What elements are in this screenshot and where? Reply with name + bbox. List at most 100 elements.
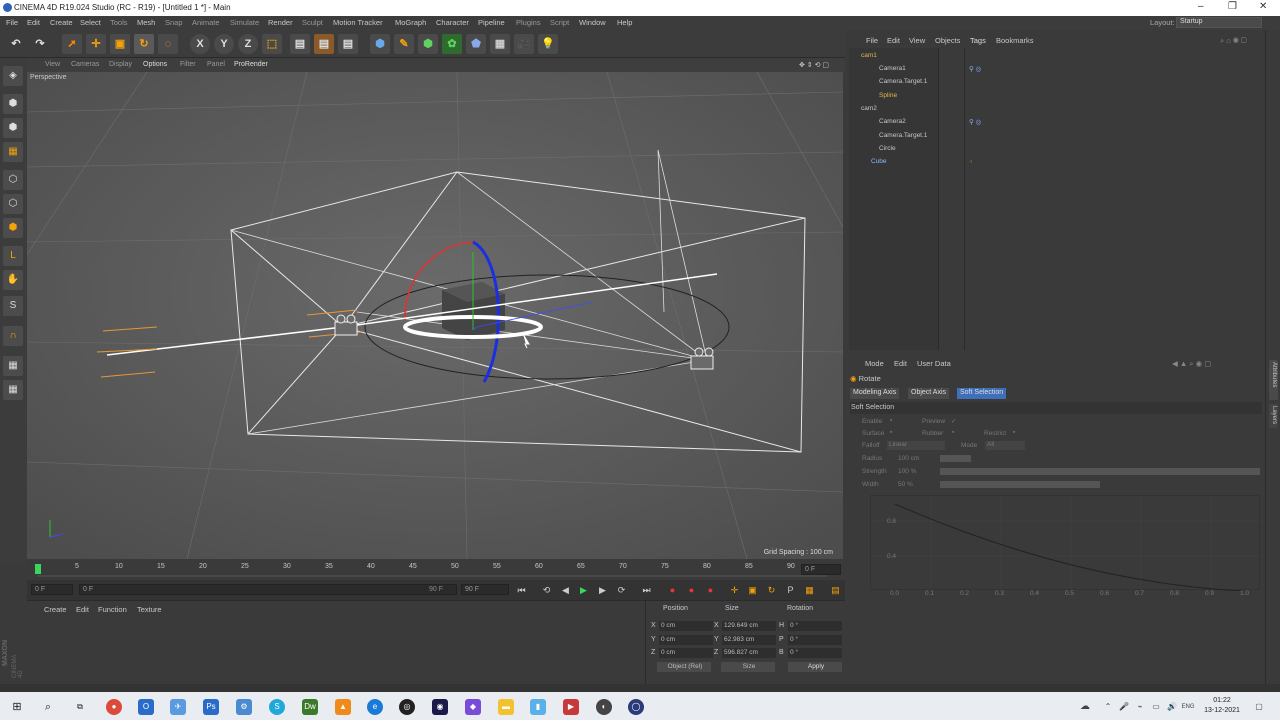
coordinate-system-icon[interactable]: ⬚: [262, 34, 282, 54]
rotation-h-field[interactable]: 0 °: [788, 621, 842, 631]
side-tab-attributes[interactable]: Attributes: [1269, 360, 1278, 400]
objects-menu-bookmarks[interactable]: Bookmarks: [996, 36, 1034, 45]
previous-key-icon[interactable]: ⟲: [540, 584, 553, 597]
maximize-button[interactable]: ❐: [1228, 1, 1237, 12]
system-clock[interactable]: 01:22 13-12-2021: [1202, 696, 1242, 716]
object-row-cam1[interactable]: cam1: [849, 49, 1263, 62]
y-axis-lock[interactable]: Y: [214, 34, 234, 54]
previous-frame-icon[interactable]: ◀: [559, 584, 572, 597]
rotation-b-field[interactable]: 0 °: [788, 648, 842, 658]
object-row-camera1[interactable]: Camera1 ⚲ ◎: [849, 62, 1263, 75]
app-icon[interactable]: ✈: [170, 699, 186, 715]
dreamweaver-icon[interactable]: Dw: [302, 699, 318, 715]
outlook-icon[interactable]: O: [138, 699, 154, 715]
windows-start-icon[interactable]: ⊞: [9, 699, 25, 715]
app-circle-icon[interactable]: ◎: [399, 699, 415, 715]
app-dial-icon[interactable]: ◐: [596, 699, 612, 715]
attr-menu-edit[interactable]: Edit: [894, 359, 907, 368]
search-icon[interactable]: ⌕ ⌂ ◉ ▢: [1220, 36, 1247, 46]
render-settings-icon[interactable]: ▤: [338, 34, 358, 54]
next-frame-icon[interactable]: ▶: [596, 584, 609, 597]
redo-icon[interactable]: ↷: [30, 34, 50, 54]
objects-menu-file[interactable]: File: [866, 36, 878, 45]
tab-soft-selection[interactable]: Soft Selection: [957, 388, 1007, 399]
x-axis-lock[interactable]: X: [190, 34, 210, 54]
tweak-mode-icon[interactable]: ✋: [3, 270, 23, 290]
scale-icon[interactable]: ▣: [110, 34, 130, 54]
viewport-menu-prorender[interactable]: ProRender: [234, 61, 268, 68]
viewport-menu-display[interactable]: Display: [109, 61, 132, 68]
menu-create[interactable]: Create: [50, 18, 73, 27]
radius-field[interactable]: 100 cm: [898, 455, 919, 462]
apply-button[interactable]: Apply: [788, 662, 842, 672]
object-row-camera-target-1[interactable]: Camera.Target.1: [849, 75, 1263, 88]
menu-snap[interactable]: Snap: [165, 18, 183, 27]
width-field[interactable]: 50 %: [898, 481, 913, 488]
attr-menu-mode[interactable]: Mode: [865, 359, 884, 368]
go-to-end-icon[interactable]: ⏭: [640, 584, 653, 597]
recent-tools-icon[interactable]: ◌: [158, 34, 178, 54]
viewport-menu-filter[interactable]: Filter: [180, 61, 196, 68]
viewport-menu-options[interactable]: Options: [143, 61, 167, 68]
size-mode-dropdown[interactable]: Size: [721, 662, 775, 672]
objects-menu-objects[interactable]: Objects: [935, 36, 960, 45]
model-mode-icon[interactable]: ⬢: [3, 94, 23, 114]
attr-nav-icons[interactable]: ◀ ▲ ⌕ ◉ ▢: [1172, 359, 1211, 369]
object-row-cube[interactable]: Cube ⁖: [849, 155, 1263, 168]
app-gem-icon[interactable]: ◆: [465, 699, 481, 715]
object-row-spline[interactable]: Spline: [849, 89, 1263, 102]
menu-mograph[interactable]: MoGraph: [395, 18, 426, 27]
points-mode-icon[interactable]: ⬡: [3, 170, 23, 190]
menu-script[interactable]: Script: [550, 18, 569, 27]
side-tab-layers[interactable]: Layers: [1269, 404, 1278, 428]
material-menu-edit[interactable]: Edit: [76, 605, 89, 614]
menu-simulate[interactable]: Simulate: [230, 18, 259, 27]
current-frame-field[interactable]: 0 F: [801, 564, 841, 575]
polygons-mode-icon[interactable]: ⬢: [3, 218, 23, 238]
spline-pen-icon[interactable]: ✎: [394, 34, 414, 54]
menu-motion-tracker[interactable]: Motion Tracker: [333, 18, 383, 27]
min-frame-field[interactable]: 0 F: [31, 584, 73, 595]
viewport-menu-view[interactable]: View: [45, 61, 60, 68]
falloff-graph[interactable]: 0.8 0.4: [870, 495, 1261, 592]
viewport-menu-cameras[interactable]: Cameras: [71, 61, 99, 68]
tab-modeling-axis[interactable]: Modeling Axis: [850, 388, 900, 399]
size-z-field[interactable]: 596.827 cm: [722, 648, 776, 658]
phong-tag-icon[interactable]: ⁖: [969, 158, 973, 166]
viewport-menu-panel[interactable]: Panel: [207, 61, 225, 68]
workplane-grid-icon[interactable]: ▦: [3, 356, 23, 376]
live-selection-icon[interactable]: ➚: [62, 34, 82, 54]
magnet-icon[interactable]: ∩: [3, 326, 23, 346]
position-z-field[interactable]: 0 cm: [659, 648, 713, 658]
bluetooth-icon[interactable]: ⌁: [1132, 699, 1148, 715]
menu-mesh[interactable]: Mesh: [137, 18, 155, 27]
render-view-icon[interactable]: ▤: [290, 34, 310, 54]
subdivision-icon[interactable]: ⬢: [418, 34, 438, 54]
attr-menu-user-data[interactable]: User Data: [917, 359, 951, 368]
preview-range-slider[interactable]: 0 F: [79, 584, 457, 595]
object-row-camera-target-2[interactable]: Camera.Target.1: [849, 129, 1263, 142]
preview-checkbox[interactable]: ✓: [951, 417, 956, 425]
objects-menu-tags[interactable]: Tags: [970, 36, 986, 45]
edge-icon[interactable]: e: [367, 699, 383, 715]
strength-slider[interactable]: [940, 468, 1260, 475]
skype-icon[interactable]: S: [269, 699, 285, 715]
next-key-icon[interactable]: ⟳: [615, 584, 628, 597]
camera-tag-icon[interactable]: ⚲ ◎: [969, 65, 981, 73]
floor-icon[interactable]: ▦: [490, 34, 510, 54]
object-list[interactable]: cam1 Camera1 ⚲ ◎ Camera.Target.1 Spline c…: [849, 48, 981, 350]
make-editable-icon[interactable]: ◈: [3, 66, 23, 86]
cube-primitive-icon[interactable]: ⬢: [370, 34, 390, 54]
media-app-icon[interactable]: ▶: [563, 699, 579, 715]
restrict-checkbox[interactable]: ▪: [1013, 429, 1015, 436]
menu-select[interactable]: Select: [80, 18, 101, 27]
tray-chevron-icon[interactable]: ⌃: [1100, 699, 1116, 715]
key-point-level-icon[interactable]: ▦: [803, 584, 816, 597]
snap-icon[interactable]: S: [3, 296, 23, 316]
menu-tools[interactable]: Tools: [110, 18, 128, 27]
move-icon[interactable]: ✛: [86, 34, 106, 54]
surface-checkbox[interactable]: ▪: [890, 429, 892, 436]
material-menu-texture[interactable]: Texture: [137, 605, 162, 614]
key-position-icon[interactable]: ✛: [728, 584, 741, 597]
menu-animate[interactable]: Animate: [192, 18, 220, 27]
